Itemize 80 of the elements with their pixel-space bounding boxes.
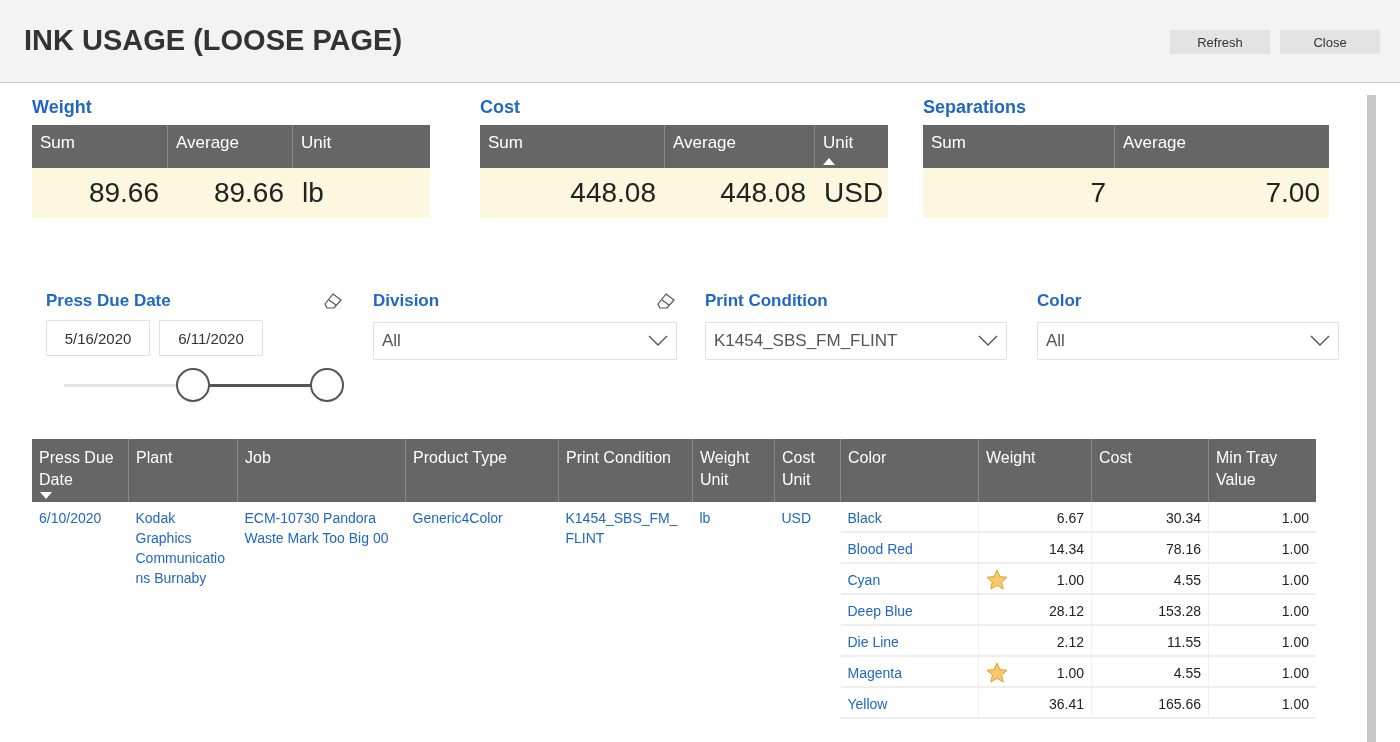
table-cell: 4.55 [1173, 665, 1201, 681]
start-date-field[interactable]: 5/16/2020 [46, 320, 150, 356]
summary-value: 89.66 [212, 176, 285, 210]
scrollbar[interactable] [1367, 95, 1376, 742]
table-cell-text: 6.67 [1056, 509, 1084, 528]
slider-handle[interactable] [310, 368, 345, 402]
column-header[interactable]: Plant [128, 439, 238, 502]
table-cell-text: 36.41 [1048, 695, 1084, 714]
dropdown[interactable]: K1454_SBS_FM_FLINT [705, 322, 1007, 360]
table-cell-text: 1.00 [1056, 664, 1084, 683]
summary-value: 89.66 [87, 176, 160, 210]
date-link[interactable]: 6/10/2020 [39, 508, 122, 528]
window-title: INK USAGE (LOOSE PAGE) [24, 23, 404, 58]
table-cell-text: 2.12 [1056, 633, 1084, 652]
close-button[interactable]: Close [1280, 30, 1380, 54]
column-header[interactable]: Cost Unit [774, 439, 841, 502]
color-link[interactable]: Deep Blue [847, 603, 913, 619]
card-title: Cost [480, 97, 521, 119]
color-link[interactable]: Yellow [847, 696, 888, 712]
product-type-link[interactable]: Generic4Color [412, 508, 552, 528]
summary-value: 7 [1089, 176, 1107, 210]
table-cell: 1.00 [1281, 603, 1309, 619]
filter-label: Press Due Date [46, 291, 171, 311]
table-cell: 78.16 [1165, 541, 1201, 557]
column-header[interactable]: Press Due Date [32, 439, 129, 502]
end-date-field[interactable]: 6/11/2020 [159, 320, 263, 356]
column-header[interactable]: Cost [1091, 439, 1209, 502]
card-title: Separations [923, 97, 1028, 119]
summary-value: lb [301, 176, 325, 210]
table-cell-text: 14.34 [1048, 540, 1084, 559]
refresh-button[interactable]: Refresh [1170, 30, 1270, 54]
summary-value: USD [823, 176, 885, 210]
table-cell: 4.55 [1173, 572, 1201, 588]
dropdown[interactable]: All [1037, 322, 1339, 360]
summary-value: 448.08 [569, 176, 657, 210]
color-link[interactable]: Die Line [847, 634, 899, 650]
table-cell: 11.55 [1167, 634, 1201, 650]
table-cell-text: 1.00 [1056, 571, 1084, 590]
table-cell: 1.00 [1281, 634, 1309, 650]
column-header[interactable]: Product Type [405, 439, 559, 502]
dropdown[interactable]: All [373, 322, 677, 360]
color-link[interactable]: Blood Red [847, 541, 913, 557]
table-cell: 153.28 [1158, 603, 1201, 619]
summary-value: 7.00 [1264, 176, 1321, 210]
chevron-down-icon [978, 335, 998, 347]
table-cell-text: 28.12 [1048, 602, 1084, 621]
table-cell: 165.66 [1158, 696, 1201, 712]
cost-unit-link[interactable]: USD [781, 510, 812, 526]
job-link[interactable]: ECM-10730 Pandora Waste Mark Too Big 00 [244, 508, 399, 548]
table-cell: 1.00 [1281, 665, 1309, 681]
table-cell: 1.00 [1281, 541, 1309, 557]
eraser-icon[interactable] [324, 293, 342, 309]
table-cell: 1.00 [1281, 696, 1309, 712]
column-header[interactable]: Print Condition [558, 439, 693, 502]
table-cell: 30.34 [1165, 510, 1201, 526]
weight-unit-link[interactable]: lb [699, 510, 711, 526]
color-link[interactable]: Black [847, 510, 882, 526]
color-link[interactable]: Cyan [847, 572, 881, 588]
column-header[interactable]: Weight [978, 439, 1092, 502]
table-cell: 1.00 [1281, 572, 1309, 588]
column-header[interactable]: Unit [293, 125, 430, 168]
column-header[interactable]: Unit [815, 125, 888, 168]
column-header[interactable]: Weight Unit [692, 439, 775, 502]
summary-value: 448.08 [719, 176, 807, 210]
chevron-down-icon [1310, 335, 1330, 347]
eraser-icon[interactable] [657, 293, 675, 309]
column-header[interactable]: Average [1115, 125, 1329, 168]
column-header[interactable]: Job [237, 439, 406, 502]
card-title: Weight [32, 97, 93, 119]
filter-label: Print Condition [705, 291, 828, 311]
table-cell: 1.00 [1281, 510, 1309, 526]
slider-handle[interactable] [175, 368, 210, 402]
column-header[interactable]: Color [840, 439, 979, 502]
filter-label: Color [1037, 291, 1082, 311]
color-link[interactable]: Magenta [847, 665, 902, 681]
plant-link[interactable]: Kodak Graphics Communications Burnaby [135, 508, 231, 588]
chevron-down-icon [648, 335, 668, 347]
column-header[interactable]: Min Tray Value [1208, 439, 1316, 502]
filter-label: Division [373, 291, 440, 311]
print-condition-link[interactable]: K1454_SBS_FM_FLINT [565, 508, 686, 548]
